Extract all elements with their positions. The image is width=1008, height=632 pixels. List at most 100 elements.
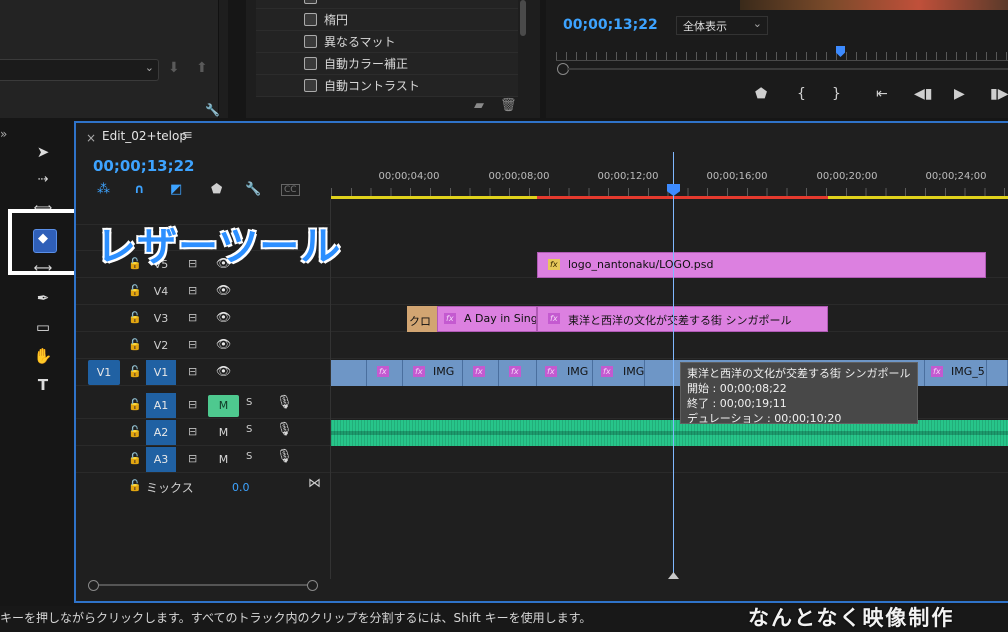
- clip-video[interactable]: fx: [463, 360, 499, 386]
- eye-icon[interactable]: 👁: [216, 337, 231, 351]
- microphone-icon[interactable]: 🎙: [276, 395, 293, 410]
- wrench-icon[interactable]: 🔧: [245, 182, 261, 197]
- track-name[interactable]: A3: [146, 447, 176, 472]
- eye-icon[interactable]: 👁: [216, 283, 231, 297]
- track-name[interactable]: V1: [146, 360, 176, 385]
- wrench-icon[interactable]: 🔧: [205, 103, 220, 117]
- clip-video[interactable]: fx: [499, 360, 537, 386]
- clip-video[interactable]: fx: [367, 360, 403, 386]
- monitor-zoom-bar[interactable]: [567, 68, 1008, 70]
- scrollbar[interactable]: [520, 0, 526, 36]
- mark-in-icon[interactable]: {: [797, 86, 806, 102]
- mark-out-icon[interactable]: }: [832, 86, 841, 102]
- scroll-handle-left[interactable]: [88, 580, 99, 591]
- track-name[interactable]: A1: [146, 393, 176, 418]
- track-select-tool-icon[interactable]: ⇢: [32, 172, 54, 187]
- arrow-up-icon[interactable]: ⬆: [196, 60, 208, 76]
- clip-day-in-singa-body[interactable]: fx A Day in Singa: [437, 306, 537, 332]
- clip-video[interactable]: fx IMG_5: [925, 360, 987, 386]
- solo-button[interactable]: S: [246, 451, 252, 462]
- lock-icon[interactable]: 🔓: [128, 311, 142, 324]
- track-name[interactable]: V4: [146, 279, 176, 304]
- clip-title-v3[interactable]: fx 東洋と西洋の文化が交差する街 シンガポール: [537, 306, 828, 332]
- clip-logo[interactable]: fx logo_nantonaku/LOGO.psd: [537, 252, 986, 278]
- track-name[interactable]: A2: [146, 420, 176, 445]
- clip-video[interactable]: fx IMG: [537, 360, 593, 386]
- sync-lock-icon[interactable]: ⊟: [188, 284, 197, 297]
- timeline-timecode[interactable]: 00;00;13;22: [93, 157, 195, 175]
- microphone-icon[interactable]: 🎙: [276, 422, 293, 437]
- trash-icon[interactable]: 🗑: [500, 98, 517, 113]
- sync-lock-icon[interactable]: ⊟: [188, 425, 197, 438]
- close-icon[interactable]: ×: [86, 131, 96, 145]
- linked-selection-icon[interactable]: ◩: [170, 182, 182, 197]
- sync-lock-icon[interactable]: ⊟: [188, 311, 197, 324]
- mute-button[interactable]: M: [208, 395, 239, 417]
- scroll-handle-right[interactable]: [307, 580, 318, 591]
- sequence-tab[interactable]: Edit_02+telop: [102, 129, 187, 143]
- sync-lock-icon[interactable]: ⊟: [188, 398, 197, 411]
- fx-badge: fx: [548, 313, 560, 324]
- sync-lock-icon[interactable]: ⊟: [188, 452, 197, 465]
- track-lane[interactable]: [331, 199, 1008, 225]
- hand-tool-icon[interactable]: ✋: [32, 347, 54, 365]
- clip-video[interactable]: fx IMG: [593, 360, 645, 386]
- clip-label: 東洋と西洋の文化が交差する街 シンガポール: [568, 314, 792, 327]
- type-tool-icon[interactable]: T: [32, 376, 54, 394]
- pen-tool-icon[interactable]: ✒: [32, 289, 54, 307]
- lock-icon[interactable]: 🔓: [128, 479, 142, 492]
- list-item[interactable]: 楕円: [256, 8, 518, 31]
- rectangle-tool-icon[interactable]: ▭: [32, 318, 54, 336]
- mute-button[interactable]: M: [208, 422, 239, 444]
- list-item[interactable]: 自動コントラスト: [256, 74, 518, 97]
- clip-video[interactable]: fx IMG: [403, 360, 463, 386]
- bin-select[interactable]: ⌄: [0, 59, 159, 81]
- zoom-select[interactable]: 全体表示 ⌄: [676, 16, 768, 35]
- nest-icon[interactable]: ⁂: [97, 182, 110, 197]
- arrow-down-icon[interactable]: ⬇: [168, 60, 180, 76]
- timeline-zoom-scrollbar[interactable]: [88, 580, 320, 591]
- sync-lock-icon[interactable]: ⊟: [188, 338, 197, 351]
- marker-icon[interactable]: ⬟: [755, 86, 767, 102]
- clip-video[interactable]: [331, 360, 367, 386]
- track-name[interactable]: V3: [146, 306, 176, 331]
- lock-icon[interactable]: 🔓: [128, 425, 142, 438]
- lock-icon[interactable]: 🔓: [128, 284, 142, 297]
- monitor-ruler[interactable]: [556, 52, 1008, 61]
- sync-lock-icon[interactable]: ⊟: [188, 365, 197, 378]
- mix-pan-icon[interactable]: ⋈: [308, 476, 321, 491]
- lock-icon[interactable]: 🔓: [128, 398, 142, 411]
- microphone-icon[interactable]: 🎙: [276, 449, 293, 464]
- solo-button[interactable]: S: [246, 424, 252, 435]
- track-name[interactable]: V2: [146, 333, 176, 358]
- list-item[interactable]: 自動カラー補正: [256, 52, 518, 75]
- source-patch-v1[interactable]: V1: [88, 360, 120, 385]
- snap-icon[interactable]: ∩: [134, 182, 145, 197]
- track-lane[interactable]: [331, 278, 1008, 304]
- list-item[interactable]: 異なるマット: [256, 30, 518, 53]
- eye-icon[interactable]: 👁: [216, 310, 231, 324]
- mute-button[interactable]: M: [208, 449, 239, 471]
- track-lane[interactable]: [331, 332, 1008, 358]
- fx-badge: fx: [601, 366, 613, 377]
- mix-volume-value[interactable]: 0.0: [232, 481, 250, 494]
- monitor-timecode[interactable]: 00;00;13;22: [563, 17, 658, 33]
- lock-icon[interactable]: 🔓: [128, 452, 142, 465]
- track-lane[interactable]: [331, 225, 1008, 251]
- eye-icon[interactable]: 👁: [216, 364, 231, 378]
- solo-button[interactable]: S: [246, 397, 252, 408]
- lock-icon[interactable]: 🔓: [128, 365, 142, 378]
- panel-expand-icon[interactable]: »: [0, 127, 7, 141]
- go-to-in-icon[interactable]: ⇤: [876, 86, 888, 102]
- panel-menu-icon[interactable]: ≡: [182, 128, 193, 143]
- clip-video[interactable]: [987, 360, 1008, 386]
- selection-tool-icon[interactable]: ➤: [32, 143, 54, 161]
- captions-icon[interactable]: CC: [281, 184, 300, 196]
- lock-icon[interactable]: 🔓: [128, 338, 142, 351]
- add-marker-icon[interactable]: ⬟: [211, 182, 222, 197]
- folder-icon[interactable]: ▰: [474, 98, 484, 113]
- track-lane[interactable]: [331, 446, 1008, 472]
- step-forward-icon[interactable]: ▮▶: [990, 86, 1008, 102]
- step-back-icon[interactable]: ◀▮: [914, 86, 932, 102]
- play-icon[interactable]: ▶: [954, 86, 965, 102]
